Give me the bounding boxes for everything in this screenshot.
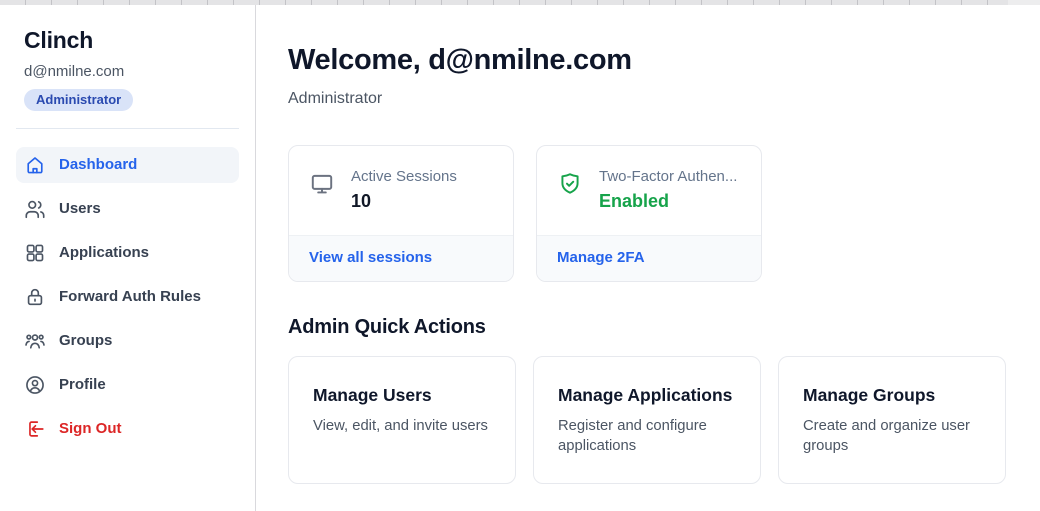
action-card-manage-users[interactable]: Manage Users View, edit, and invite user… xyxy=(288,356,516,484)
applications-grid-icon xyxy=(24,242,46,264)
action-card-description: View, edit, and invite users xyxy=(313,416,499,436)
quick-actions-heading: Admin Quick Actions xyxy=(288,315,1040,339)
users-icon xyxy=(24,198,46,220)
stats-row: Active Sessions 10 View all sessions Two… xyxy=(288,145,1040,282)
action-card-manage-applications[interactable]: Manage Applications Register and configu… xyxy=(533,356,761,484)
sidebar-item-sign-out[interactable]: Sign Out xyxy=(16,411,239,447)
stat-card-two-factor: Two-Factor Authen... Enabled Manage 2FA xyxy=(536,145,762,282)
main-content: Welcome, d@nmilne.com Administrator Acti… xyxy=(288,5,1040,511)
sidebar-item-label: Dashboard xyxy=(59,156,137,174)
sidebar-item-label: Sign Out xyxy=(59,420,122,438)
sidebar-nav: Dashboard Users xyxy=(16,147,239,447)
sidebar-item-label: Users xyxy=(59,200,101,218)
user-email: d@nmilne.com xyxy=(24,63,239,81)
lock-icon xyxy=(24,286,46,308)
sidebar-item-label: Profile xyxy=(59,376,106,394)
sidebar-item-forward-auth-rules[interactable]: Forward Auth Rules xyxy=(16,279,239,315)
stat-card-body: Two-Factor Authen... Enabled xyxy=(537,146,761,212)
monitor-icon xyxy=(309,171,335,197)
stat-value: Enabled xyxy=(599,191,737,212)
stat-card-body: Active Sessions 10 xyxy=(289,146,513,212)
role-badge: Administrator xyxy=(24,89,133,111)
page-subtitle: Administrator xyxy=(288,89,1040,108)
home-icon xyxy=(24,154,46,176)
stat-value: 10 xyxy=(351,191,457,212)
sidebar: Clinch d@nmilne.com Administrator Dashbo… xyxy=(0,5,256,511)
sidebar-item-label: Forward Auth Rules xyxy=(59,288,201,306)
action-card-description: Create and organize user groups xyxy=(803,416,989,456)
action-card-description: Register and configure applications xyxy=(558,416,744,456)
stat-title: Active Sessions xyxy=(351,168,457,186)
action-card-title: Manage Users xyxy=(313,385,499,406)
sidebar-item-label: Groups xyxy=(59,332,112,350)
profile-circle-icon xyxy=(24,374,46,396)
groups-icon xyxy=(24,330,46,352)
page-title: Welcome, d@nmilne.com xyxy=(288,43,1040,77)
stat-card-footer: Manage 2FA xyxy=(537,235,761,281)
app-logo: Clinch xyxy=(24,27,239,54)
stat-title: Two-Factor Authen... xyxy=(599,168,737,186)
action-card-title: Manage Groups xyxy=(803,385,989,406)
sidebar-item-users[interactable]: Users xyxy=(16,191,239,227)
sidebar-item-applications[interactable]: Applications xyxy=(16,235,239,271)
shield-check-icon xyxy=(557,171,583,197)
sidebar-item-groups[interactable]: Groups xyxy=(16,323,239,359)
sidebar-item-label: Applications xyxy=(59,244,149,262)
stat-card-footer: View all sessions xyxy=(289,235,513,281)
sidebar-item-profile[interactable]: Profile xyxy=(16,367,239,403)
action-card-title: Manage Applications xyxy=(558,385,744,406)
sidebar-item-dashboard[interactable]: Dashboard xyxy=(16,147,239,183)
view-all-sessions-link[interactable]: View all sessions xyxy=(309,249,432,266)
manage-2fa-link[interactable]: Manage 2FA xyxy=(557,249,645,266)
quick-actions-row: Manage Users View, edit, and invite user… xyxy=(288,356,1040,484)
logout-icon xyxy=(24,418,46,440)
sidebar-divider xyxy=(16,128,239,129)
stat-card-active-sessions: Active Sessions 10 View all sessions xyxy=(288,145,514,282)
action-card-manage-groups[interactable]: Manage Groups Create and organize user g… xyxy=(778,356,1006,484)
